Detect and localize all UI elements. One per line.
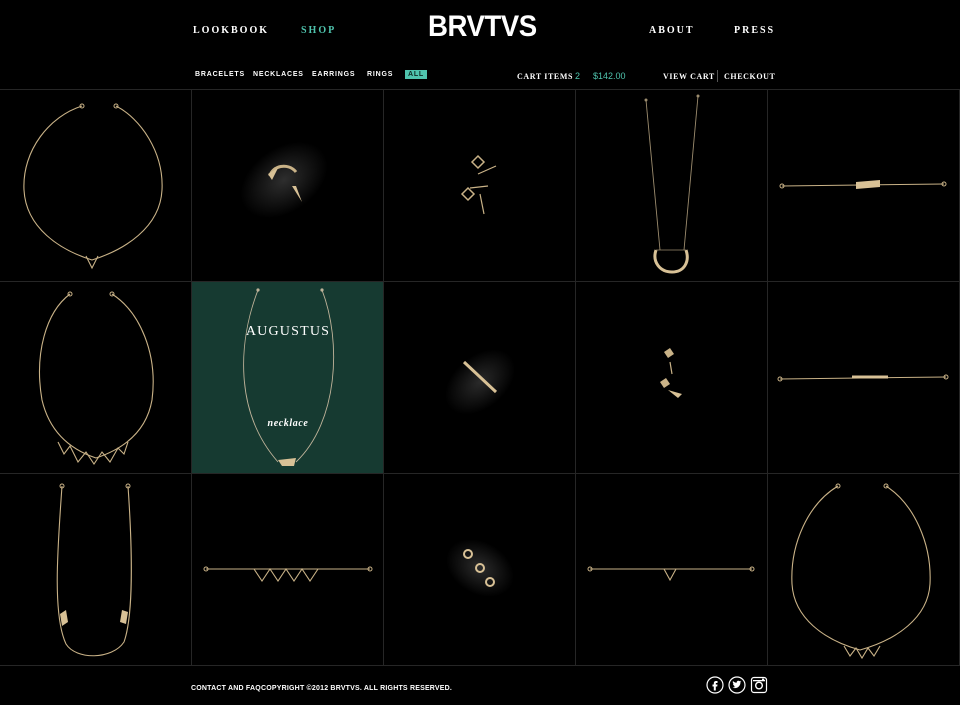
brand-logo[interactable]: BRVTVS [428,10,537,44]
nav-about[interactable]: ABOUT [649,25,695,36]
bar-ring-image [445,349,515,415]
cart-count: 2 [575,71,581,81]
pendant-necklace-image [644,94,700,274]
product-tile[interactable] [768,89,960,281]
triangle-necklace-image [791,483,931,660]
earrings-image [460,154,497,215]
view-cart-link[interactable]: VIEW CART [663,72,715,81]
product-grid: AUGUSTUS necklace [0,89,960,665]
spike-necklace-image [39,291,154,465]
product-tile[interactable] [576,89,768,281]
necklace-image [23,103,163,270]
twitter-icon[interactable] [728,676,746,694]
shop-subnav: BRACELETS NECKLACES EARRINGS RINGS ALL C… [0,62,960,89]
featured-product-type: necklace [267,418,309,429]
copyright-text: COPYRIGHT ©2012 BRVTVS. ALL RIGHTS RESER… [261,685,453,692]
top-navigation: LOOKBOOK SHOP BRVTVS ABOUT PRESS [0,0,960,62]
cart-total: $142.00 [593,71,626,81]
long-necklace-image [56,483,132,657]
product-tile[interactable] [384,473,576,665]
contact-faq-link[interactable]: CONTACT AND FAQ [191,685,261,692]
product-tile[interactable] [576,281,768,473]
chain-ring-image [446,539,514,597]
cart-divider [717,70,718,82]
product-tile[interactable] [768,281,960,473]
featured-necklace-image [243,288,335,466]
product-tile[interactable] [192,89,384,281]
instagram-icon[interactable] [750,676,768,694]
bracelet-image [779,180,947,189]
featured-product-name: AUGUSTUS [245,324,331,339]
category-bracelets[interactable]: BRACELETS [195,71,245,78]
page-footer: CONTACT AND FAQ COPYRIGHT ©2012 BRVTVS. … [0,665,960,705]
spike-bracelet-image [203,566,373,582]
nav-press[interactable]: PRESS [734,25,775,36]
product-tile[interactable] [0,473,192,665]
arrow-earrings-image [660,348,682,398]
triangle-bracelet-image [587,566,755,582]
featured-product-tile[interactable]: AUGUSTUS necklace [192,281,384,473]
facebook-icon[interactable] [706,676,724,694]
product-tile[interactable] [768,473,960,665]
checkout-link[interactable]: CHECKOUT [724,72,775,81]
category-rings[interactable]: RINGS [367,71,393,78]
category-necklaces[interactable]: NECKLACES [253,71,304,78]
product-tile[interactable] [0,89,192,281]
ring-image [240,141,328,219]
bar-bracelet-image [777,374,949,382]
product-tile[interactable] [384,281,576,473]
product-tile[interactable] [576,473,768,665]
category-all[interactable]: ALL [405,70,428,79]
nav-shop[interactable]: SHOP [301,25,336,36]
nav-lookbook[interactable]: LOOKBOOK [193,25,269,36]
cart-items-label: CART ITEMS [517,72,574,81]
product-tile[interactable] [192,473,384,665]
product-tile[interactable] [384,89,576,281]
product-tile[interactable] [0,281,192,473]
category-earrings[interactable]: EARRINGS [312,71,355,78]
